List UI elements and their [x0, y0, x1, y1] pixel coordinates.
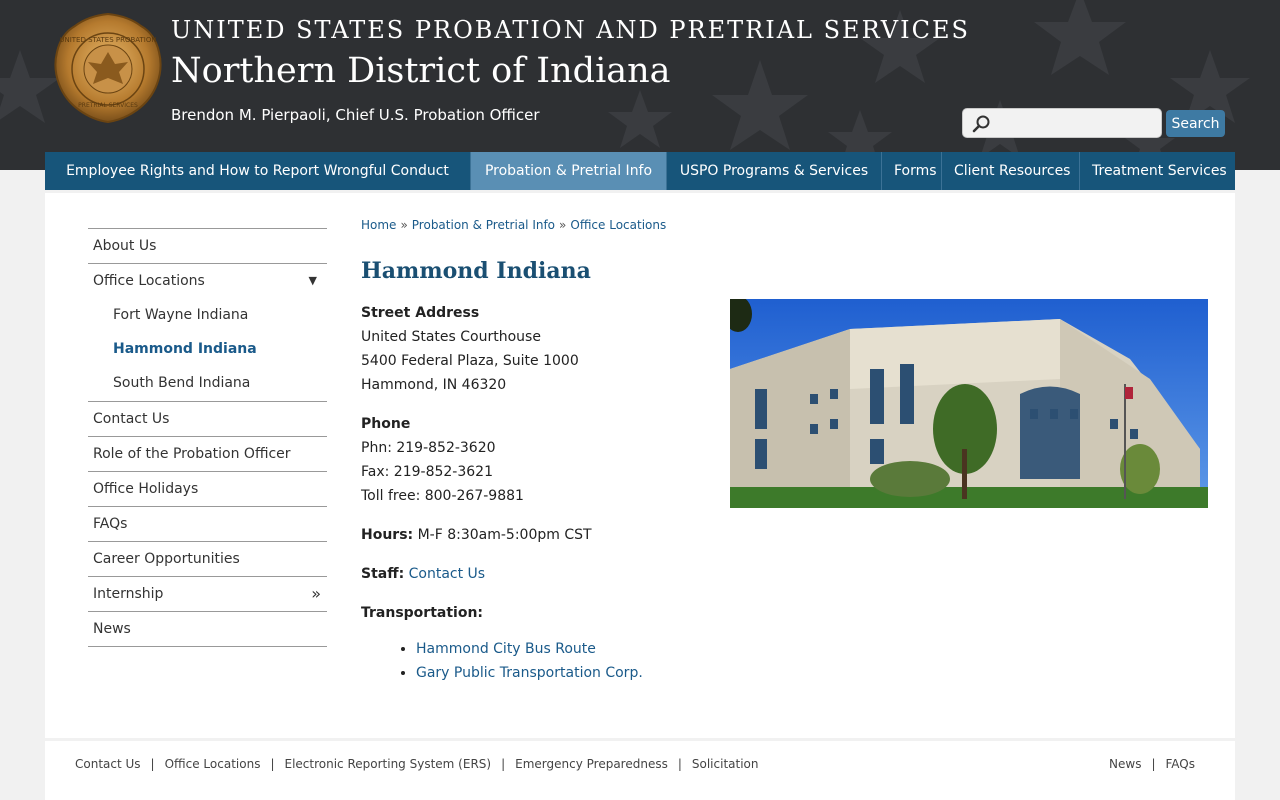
hours-block: Hours: M-F 8:30am-5:00pm CST [361, 523, 711, 547]
footer-ers-link[interactable]: Electronic Reporting System (ERS) [285, 757, 492, 771]
nav-treatment-services[interactable]: Treatment Services [1080, 152, 1235, 190]
transportation-label: Transportation: [361, 605, 484, 621]
nav-uspo-programs[interactable]: USPO Programs & Services [667, 152, 882, 190]
sidebar-item-label: Internship [93, 586, 164, 602]
sidebar-subitem-fort-wayne[interactable]: Fort Wayne Indiana [88, 299, 327, 333]
agency-seal-logo: UNITED STATES PROBATION PRETRIAL SERVICE… [54, 12, 162, 124]
breadcrumb-page[interactable]: Office Locations [570, 218, 666, 232]
phone-number: Phn: 219-852-3620 [361, 440, 496, 456]
main-nav: Employee Rights and How to Report Wrongf… [45, 152, 1235, 190]
nav-employee-rights[interactable]: Employee Rights and How to Report Wrongf… [45, 152, 471, 190]
footer-separator: | [501, 757, 506, 771]
transportation-list: Hammond City Bus Route Gary Public Trans… [416, 637, 711, 685]
sidebar-item-office-locations[interactable]: Office Locations ▼ [88, 264, 327, 299]
footer-separator: | [1151, 757, 1156, 771]
footer-left-links: Contact Us | Office Locations | Electronic R… [75, 757, 759, 771]
footer-emergency-link[interactable]: Emergency Preparedness [515, 757, 668, 771]
courthouse-photo [730, 299, 1208, 508]
site-footer: Contact Us | Office Locations | Electronic R… [45, 741, 1235, 800]
content-panel: About Us Office Locations ▼ Fort Wayne I… [45, 193, 1235, 738]
street-line-1: United States Courthouse [361, 329, 541, 345]
footer-contact-link[interactable]: Contact Us [75, 757, 141, 771]
site-header: UNITED STATES PROBATION PRETRIAL SERVICE… [0, 0, 1280, 170]
breadcrumb-separator: » [559, 218, 567, 232]
staff-contact-link[interactable]: Contact Us [409, 566, 485, 582]
breadcrumb: Home» Probation & Pretrial Info» Office Lo… [361, 218, 666, 232]
office-info: Street Address United States Courthouse … [361, 301, 711, 685]
district-name: Northern District of Indiana [171, 51, 671, 91]
footer-faqs-link[interactable]: FAQs [1166, 757, 1196, 771]
breadcrumb-home[interactable]: Home [361, 218, 396, 232]
street-address-block: Street Address United States Courthouse … [361, 301, 711, 397]
gary-transport-link[interactable]: Gary Public Transportation Corp. [416, 665, 643, 681]
hours-value: M-F 8:30am-5:00pm CST [413, 527, 592, 543]
page-title: Hammond Indiana [361, 258, 591, 284]
chief-officer: Brendon M. Pierpaoli, Chief U.S. Probati… [171, 106, 540, 124]
double-chevron-right-icon[interactable]: » [311, 577, 321, 611]
sidebar-item-holidays[interactable]: Office Holidays [88, 472, 327, 507]
staff-block: Staff: Contact Us [361, 562, 711, 586]
search-input[interactable] [997, 113, 1157, 135]
footer-separator: | [677, 757, 682, 771]
expand-arrow-icon[interactable]: ▼ [309, 264, 317, 298]
svg-text:UNITED STATES PROBATION: UNITED STATES PROBATION [59, 36, 156, 44]
list-item: Hammond City Bus Route [416, 637, 711, 661]
transportation-block: Transportation: [361, 601, 711, 625]
footer-office-locations-link[interactable]: Office Locations [165, 757, 261, 771]
footer-separator: | [270, 757, 275, 771]
sidebar-item-role[interactable]: Role of the Probation Officer [88, 437, 327, 472]
nav-probation-pretrial-info[interactable]: Probation & Pretrial Info [471, 152, 667, 190]
search-box[interactable] [962, 108, 1162, 138]
sidebar-menu: About Us Office Locations ▼ Fort Wayne I… [88, 228, 327, 647]
sidebar-item-about[interactable]: About Us [88, 229, 327, 264]
sidebar-subitem-south-bend[interactable]: South Bend Indiana [88, 367, 327, 402]
street-line-3: Hammond, IN 46320 [361, 377, 507, 393]
sidebar-item-internship[interactable]: Internship » [88, 577, 327, 612]
street-address-label: Street Address [361, 305, 480, 321]
sidebar-item-label: Office Locations [93, 273, 205, 289]
nav-forms[interactable]: Forms [882, 152, 942, 190]
sidebar-item-contact[interactable]: Contact Us [88, 402, 327, 437]
tollfree-number: Toll free: 800-267-9881 [361, 488, 524, 504]
search-button[interactable]: Search [1166, 110, 1225, 137]
footer-news-link[interactable]: News [1109, 757, 1141, 771]
hours-label: Hours: [361, 527, 414, 543]
search-icon [972, 115, 990, 133]
street-line-2: 5400 Federal Plaza, Suite 1000 [361, 353, 579, 369]
phone-block: Phone Phn: 219-852-3620 Fax: 219-852-362… [361, 412, 711, 508]
svg-text:PRETRIAL SERVICES: PRETRIAL SERVICES [78, 102, 138, 109]
breadcrumb-separator: » [400, 218, 408, 232]
footer-separator: | [150, 757, 155, 771]
agency-name: UNITED STATES PROBATION AND PRETRIAL SER… [171, 16, 970, 44]
breadcrumb-section[interactable]: Probation & Pretrial Info [412, 218, 555, 232]
fax-number: Fax: 219-852-3621 [361, 464, 493, 480]
sidebar-subitem-hammond[interactable]: Hammond Indiana [88, 333, 327, 367]
sidebar-item-careers[interactable]: Career Opportunities [88, 542, 327, 577]
footer-right-links: News | FAQs [1109, 757, 1195, 771]
staff-label: Staff: [361, 566, 405, 582]
nav-client-resources[interactable]: Client Resources [942, 152, 1080, 190]
hammond-bus-link[interactable]: Hammond City Bus Route [416, 641, 596, 657]
sidebar-item-faqs[interactable]: FAQs [88, 507, 327, 542]
list-item: Gary Public Transportation Corp. [416, 661, 711, 685]
phone-label: Phone [361, 416, 411, 432]
footer-solicitation-link[interactable]: Solicitation [692, 757, 759, 771]
sidebar-item-news[interactable]: News [88, 612, 327, 647]
